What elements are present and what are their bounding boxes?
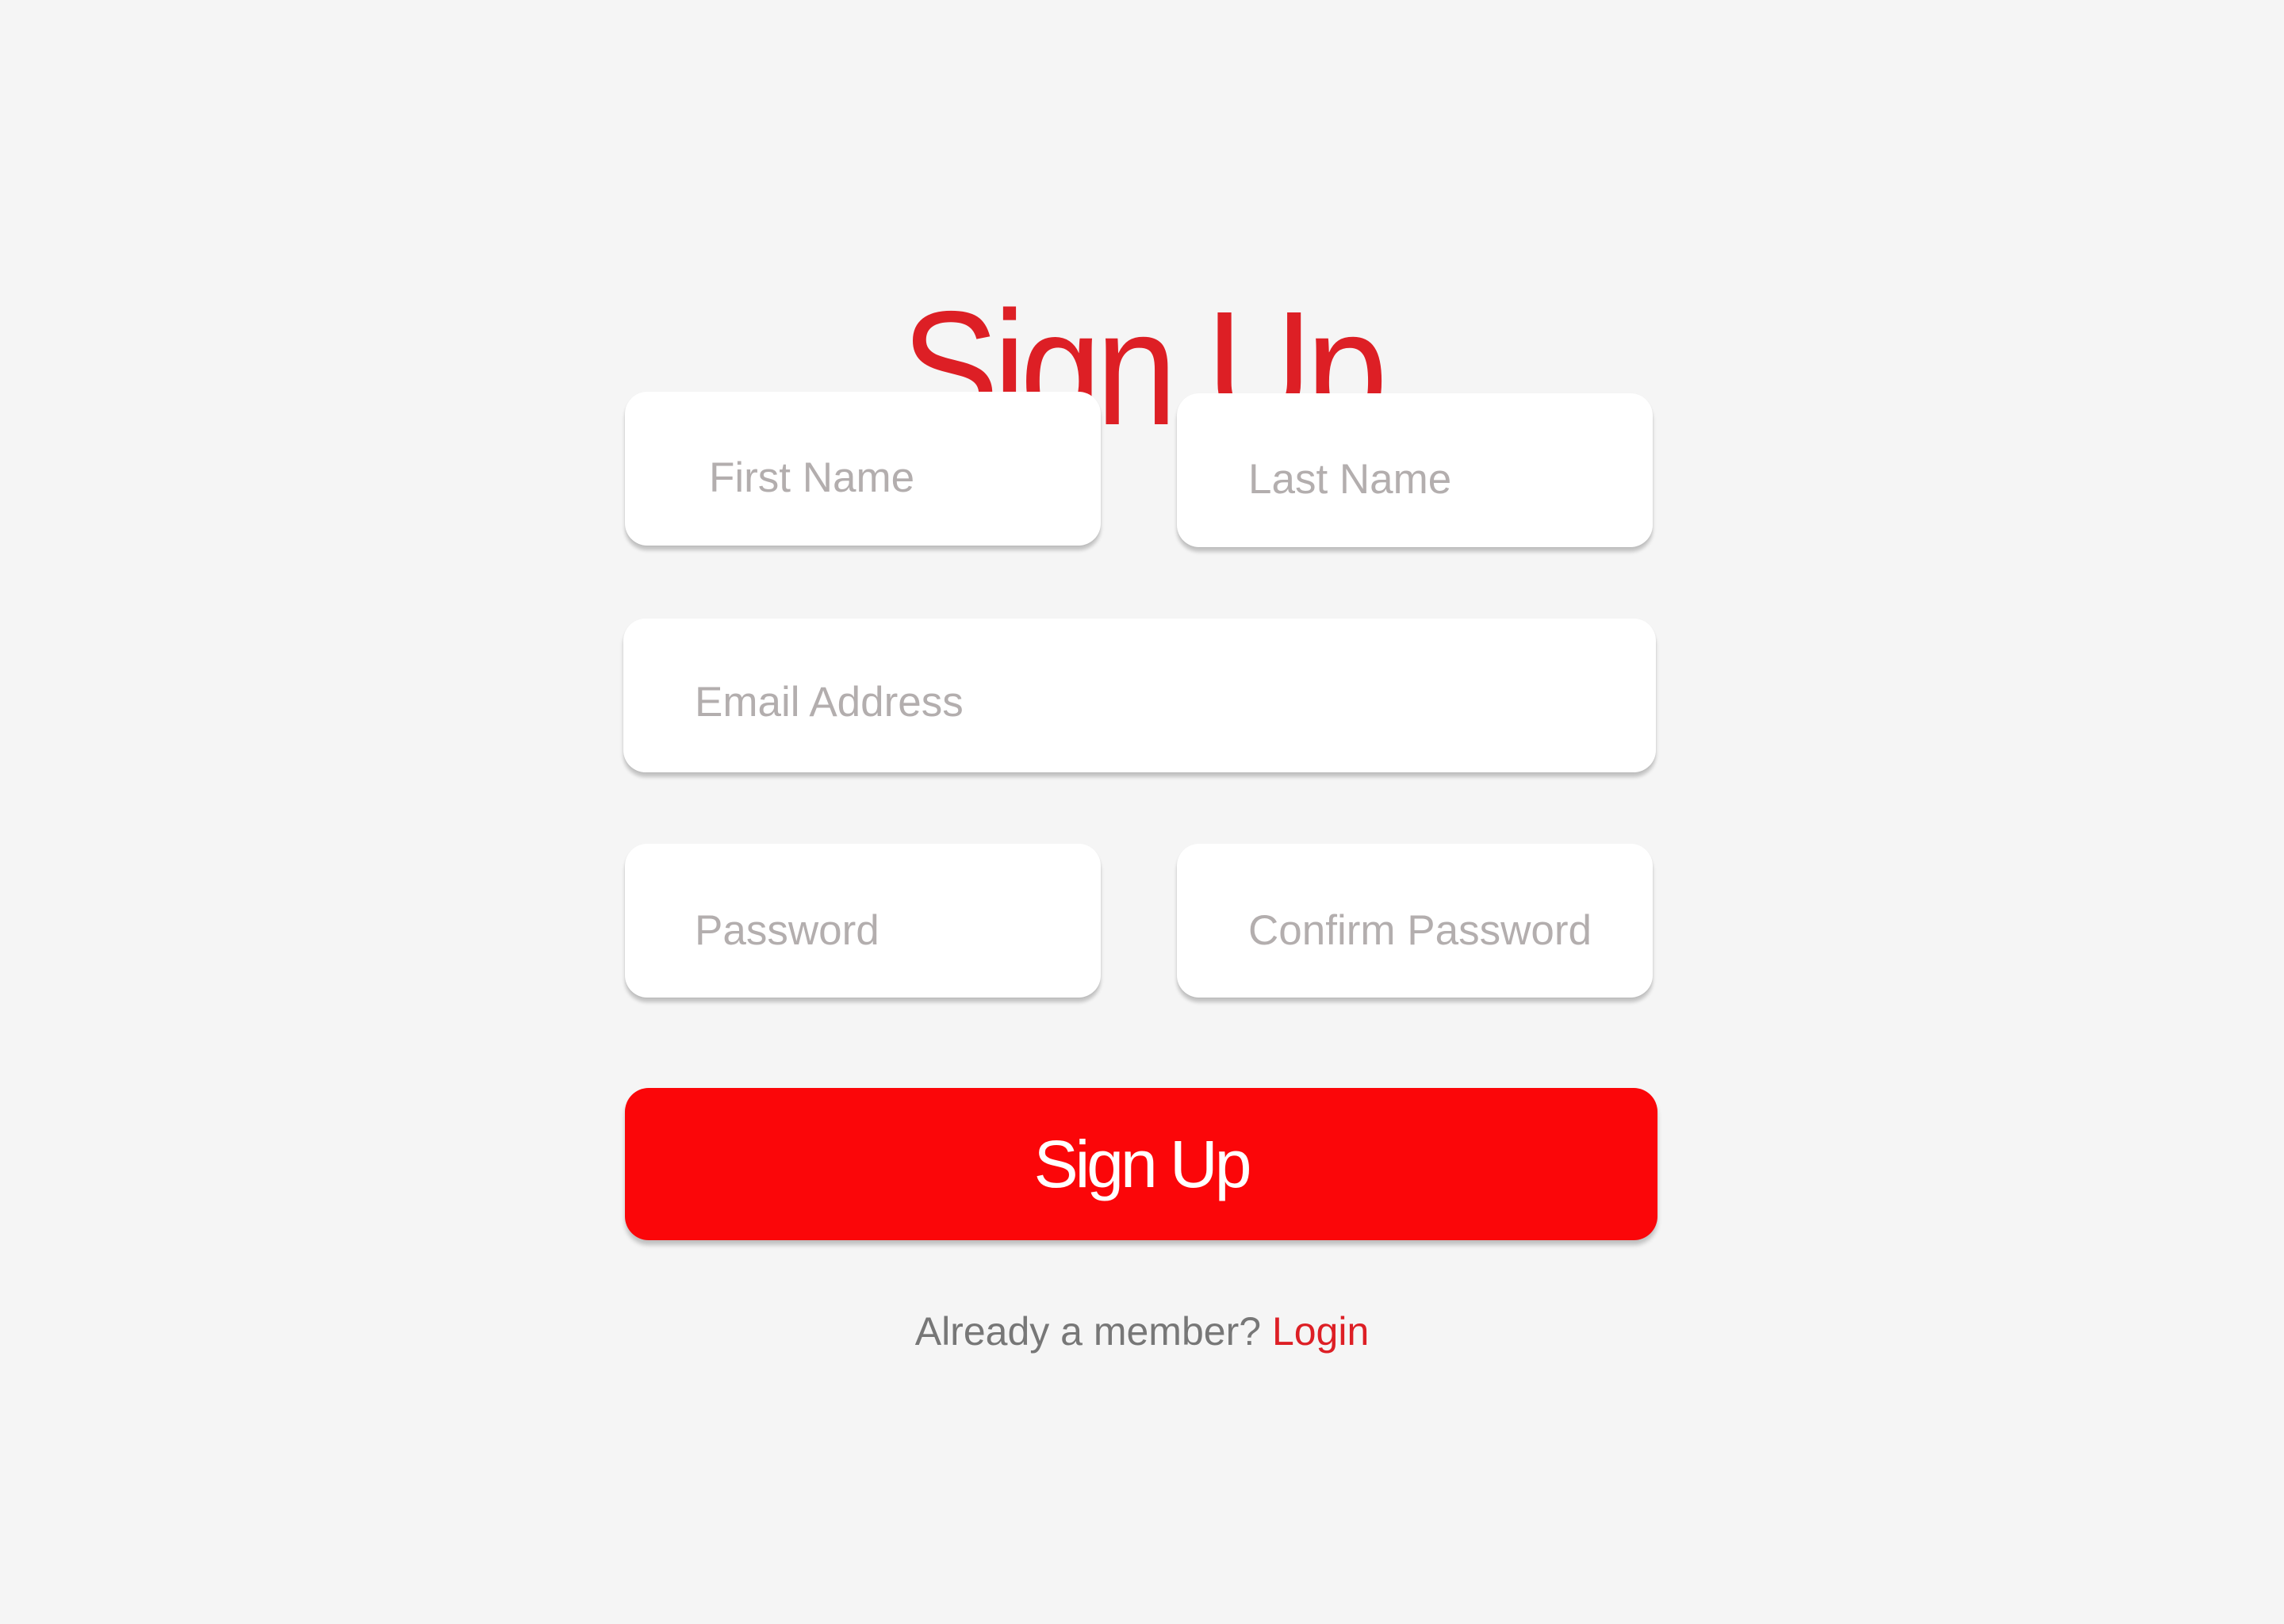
sign-up-button[interactable]: Sign Up	[625, 1088, 1657, 1240]
email-input[interactable]	[695, 612, 1656, 779]
login-link[interactable]: Login	[1272, 1309, 1369, 1354]
password-input[interactable]	[695, 834, 1101, 1007]
confirm-password-field[interactable]	[1177, 834, 1653, 1007]
page-title: Sign Up	[0, 287, 2284, 450]
confirm-password-input[interactable]	[1248, 834, 1653, 1007]
email-field[interactable]	[623, 612, 1656, 779]
first-name-field[interactable]	[625, 383, 1101, 554]
login-prompt: Already a member? Login	[0, 1308, 2284, 1354]
password-field[interactable]	[625, 834, 1101, 1007]
login-prompt-text: Already a member?	[914, 1309, 1262, 1354]
last-name-input[interactable]	[1248, 385, 1653, 556]
last-name-field[interactable]	[1177, 385, 1653, 556]
first-name-input[interactable]	[709, 383, 1101, 554]
